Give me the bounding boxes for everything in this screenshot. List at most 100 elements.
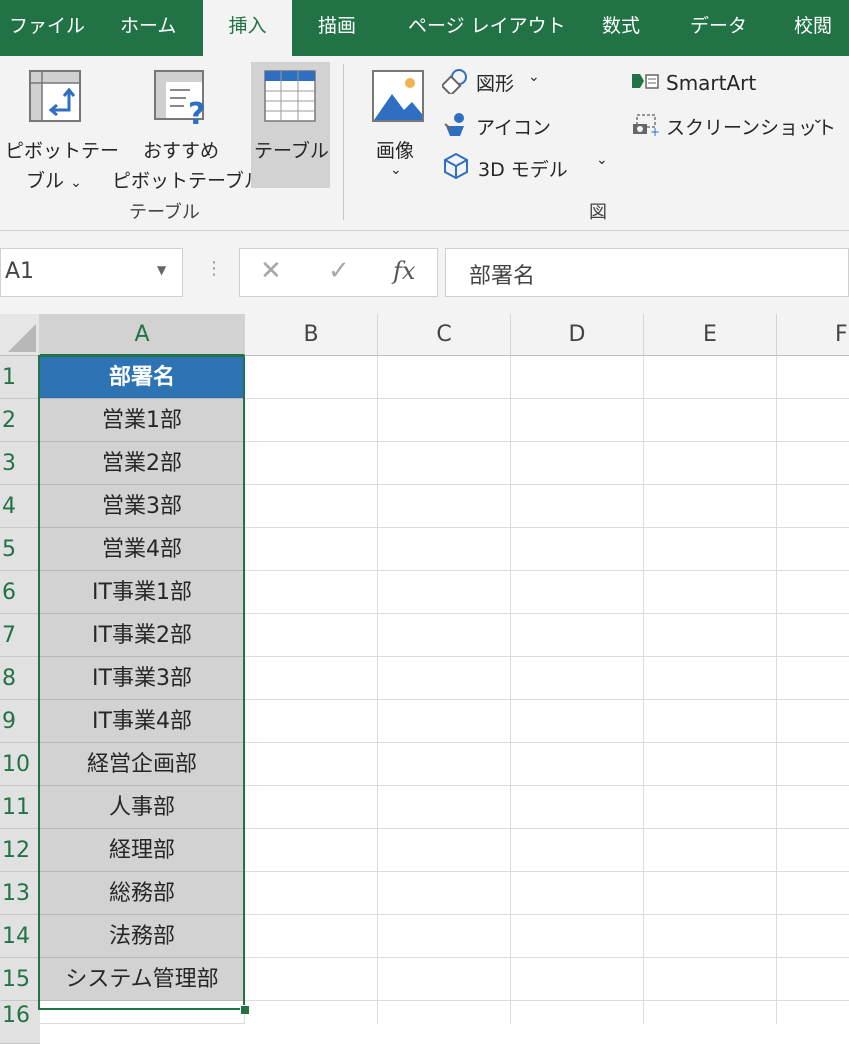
pivot-table-button[interactable]: ピボットテー ブル ⌄	[0, 62, 119, 192]
icons-label: アイコン	[476, 117, 552, 139]
cell-a16[interactable]	[40, 1001, 245, 1024]
insert-function-icon[interactable]: fx	[393, 257, 415, 285]
table-label: テーブル	[254, 140, 329, 162]
row-header[interactable]: 2	[0, 399, 40, 442]
ribbon-group-divider	[343, 64, 344, 220]
pictures-button[interactable]: 画像 ⌄	[368, 62, 430, 188]
cube-icon	[444, 152, 468, 180]
icons-button[interactable]: アイコン	[442, 108, 554, 140]
cell-a13[interactable]: 総務部	[40, 872, 244, 915]
column-header-e[interactable]: E	[644, 314, 777, 356]
select-all-button[interactable]	[0, 314, 40, 356]
tab-draw[interactable]: 描画	[318, 0, 356, 56]
column-header-a[interactable]: A	[40, 314, 245, 356]
formula-bar-area: A1 ▼ ⋮ ✕ ✓ fx 部署名	[0, 231, 849, 314]
cell-a8[interactable]: IT事業3部	[40, 657, 244, 700]
row-header[interactable]: 6	[0, 571, 40, 614]
shapes-button[interactable]: 図形 ⌄	[442, 66, 554, 98]
group-label-illustrations: 図	[589, 202, 607, 223]
pictures-label: 画像	[376, 140, 415, 162]
chevron-down-icon: ⌄	[528, 69, 540, 85]
chevron-down-icon: ⌄	[390, 162, 402, 178]
select-all-triangle-icon	[8, 324, 36, 352]
tab-file[interactable]: ファイル	[9, 0, 85, 56]
cell-a2[interactable]: 営業1部	[40, 399, 244, 442]
chevron-down-icon: ⌄	[70, 175, 82, 191]
row-header[interactable]: 1	[0, 356, 40, 399]
tab-review[interactable]: 校閲	[794, 0, 832, 56]
recommended-pivot-button[interactable]: ? おすすめ ピボットテーブル	[110, 62, 263, 192]
screenshot-button[interactable]: + スクリーンショット ⌄	[630, 108, 836, 140]
row-header[interactable]: 12	[0, 829, 40, 872]
row-header[interactable]: 5	[0, 528, 40, 571]
column-header-c[interactable]: C	[378, 314, 511, 356]
column-header-d[interactable]: D	[511, 314, 644, 356]
row-header[interactable]: 9	[0, 700, 40, 743]
shapes-label: 図形	[476, 73, 515, 95]
screenshot-icon: +	[633, 114, 660, 136]
row-header[interactable]: 14	[0, 915, 40, 958]
3d-models-button[interactable]: 3D モデル ⌄	[442, 150, 614, 182]
cell-a7[interactable]: IT事業2部	[40, 614, 244, 657]
row-header[interactable]: 8	[0, 657, 40, 700]
cancel-icon[interactable]: ✕	[260, 256, 282, 286]
column-header-f[interactable]: F	[777, 314, 849, 356]
fill-handle[interactable]	[240, 1005, 250, 1015]
cell-a4[interactable]: 営業3部	[40, 485, 244, 528]
cell-a5[interactable]: 営業4部	[40, 528, 244, 571]
cell-a3[interactable]: 営業2部	[40, 442, 244, 485]
picture-icon	[372, 70, 424, 122]
cell-a14[interactable]: 法務部	[40, 915, 244, 958]
chevron-down-icon: ⌄	[596, 152, 608, 168]
table-icon	[264, 70, 316, 122]
formula-input[interactable]: 部署名	[445, 248, 849, 297]
column-header-b[interactable]: B	[245, 314, 378, 356]
screenshot-label: スクリーンショット	[666, 117, 837, 139]
tab-insert[interactable]: 挿入	[203, 0, 292, 56]
ribbon-tab-bar: ファイル ホーム 挿入 描画 ページ レイアウト 数式 データ 校閲	[0, 0, 849, 56]
cell-a6[interactable]: IT事業1部	[40, 571, 244, 614]
recommended-pivot-label-2: ピボットテーブル	[112, 170, 263, 192]
cell-a15[interactable]: システム管理部	[40, 958, 244, 1001]
pivot-table-label-2: ブル ⌄	[26, 170, 82, 192]
formula-content: 部署名	[469, 264, 536, 289]
tab-home[interactable]: ホーム	[120, 0, 176, 56]
row-header[interactable]: 16	[0, 1001, 40, 1044]
icons-icon	[444, 113, 464, 136]
chevron-down-icon: ⌄	[812, 111, 824, 127]
svg-text:+: +	[650, 125, 660, 136]
tab-page-layout[interactable]: ページ レイアウト	[408, 0, 566, 56]
cell-a12[interactable]: 経理部	[40, 829, 244, 872]
empty-cells[interactable]	[245, 356, 849, 1024]
pivot-table-label-1: ピボットテー	[5, 140, 120, 162]
shapes-icon	[442, 69, 467, 94]
dropdown-arrow-icon[interactable]: ▼	[157, 263, 166, 277]
recommended-pivot-icon: ?	[154, 70, 205, 126]
cell-a9[interactable]: IT事業4部	[40, 700, 244, 743]
formula-buttons: ✕ ✓ fx	[239, 248, 438, 297]
smartart-button[interactable]: SmartArt	[630, 66, 770, 98]
cell-a10[interactable]: 経営企画部	[40, 743, 244, 786]
pivot-table-icon	[29, 70, 81, 122]
name-box[interactable]: A1 ▼	[0, 248, 183, 297]
worksheet-grid: A B C D E F 1 2 3 4 5 6 7 8 9 10 11 12 1…	[0, 314, 849, 1044]
recommended-pivot-label-1: おすすめ	[143, 140, 220, 162]
row-header[interactable]: 11	[0, 786, 40, 829]
cell-a11[interactable]: 人事部	[40, 786, 244, 829]
table-button[interactable]: テーブル	[251, 62, 330, 188]
row-header[interactable]: 4	[0, 485, 40, 528]
drag-handle-icon[interactable]: ⋮	[205, 258, 223, 279]
row-header[interactable]: 10	[0, 743, 40, 786]
tab-formulas[interactable]: 数式	[602, 0, 640, 56]
cell-a1[interactable]: 部署名	[40, 356, 244, 399]
name-box-value: A1	[5, 259, 35, 284]
enter-check-icon[interactable]: ✓	[328, 256, 350, 286]
ribbon-insert-panel: ピボットテー ブル ⌄ ? おすすめ ピボットテーブル テーブル テーブル 画像…	[0, 56, 849, 231]
group-label-tables: テーブル	[129, 202, 200, 223]
row-header[interactable]: 15	[0, 958, 40, 1001]
tab-data[interactable]: データ	[690, 0, 747, 56]
row-header[interactable]: 7	[0, 614, 40, 657]
smartart-icon	[632, 74, 659, 89]
row-header[interactable]: 13	[0, 872, 40, 915]
row-header[interactable]: 3	[0, 442, 40, 485]
